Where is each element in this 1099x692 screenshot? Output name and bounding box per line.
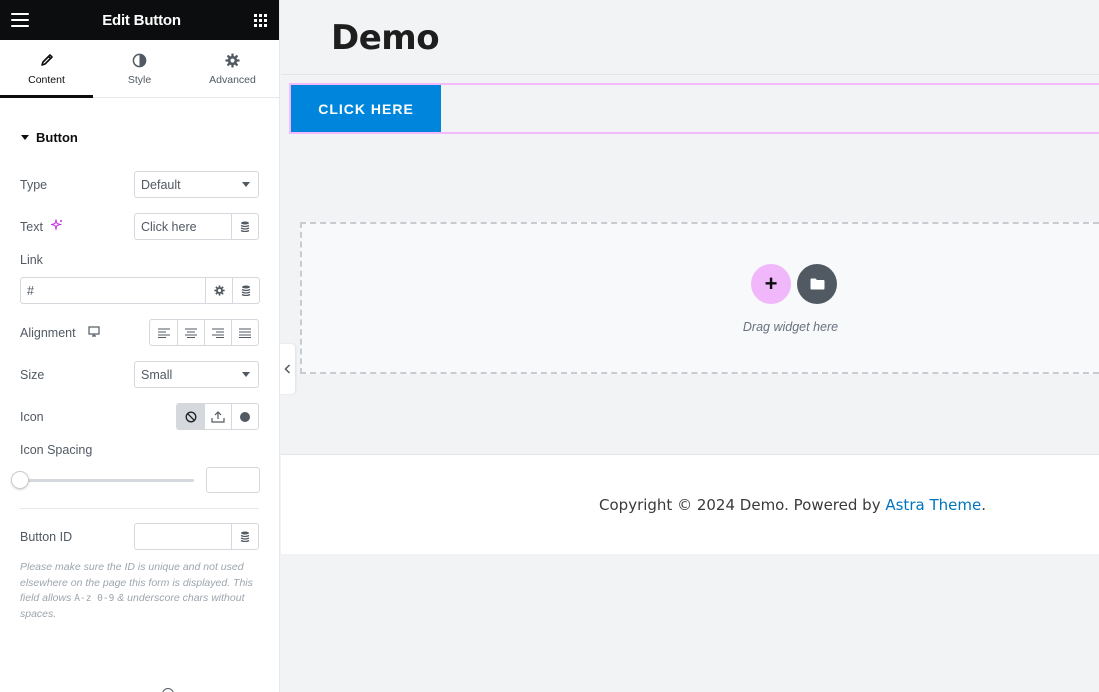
link-input[interactable]: #	[21, 278, 205, 303]
drop-zone-actions: +	[751, 264, 837, 304]
tab-content-label: Content	[28, 74, 65, 86]
page-title: Demo	[331, 18, 440, 58]
section-button-toggle[interactable]: Button	[21, 130, 279, 145]
add-section-plus-icon[interactable]: +	[751, 264, 791, 304]
align-right-icon[interactable]	[204, 320, 231, 345]
size-select[interactable]: Small	[134, 361, 259, 388]
text-label: Text	[20, 219, 43, 234]
tab-style[interactable]: Style	[93, 40, 186, 97]
link-dynamic-tags-database-icon[interactable]	[232, 278, 259, 303]
button-widget-container[interactable]: CLICK HERE	[289, 83, 1099, 134]
icon-spacing-slider-track[interactable]	[20, 479, 194, 482]
half-circle-icon	[132, 51, 147, 69]
button-id-input[interactable]	[135, 524, 231, 549]
button-id-input-group	[134, 523, 259, 550]
ai-sparkle-icon[interactable]	[49, 218, 63, 234]
footer-copyright-text: Copyright © 2024 Demo. Powered by	[599, 496, 881, 514]
button-id-dynamic-tags-database-icon[interactable]	[231, 524, 258, 549]
type-label: Type	[20, 177, 48, 192]
section-title: Button	[36, 130, 78, 145]
panel-header: Edit Button	[0, 0, 279, 40]
size-label: Size	[20, 367, 45, 382]
upload-icon[interactable]	[204, 404, 231, 429]
template-library-folder-icon[interactable]	[797, 264, 837, 304]
no-icon-ban-icon[interactable]	[177, 404, 204, 429]
panel-tabs: Content Style Advanced	[0, 40, 279, 98]
button-id-help-text: Please make sure the ID is unique and no…	[20, 560, 260, 622]
alignment-control: Alignment	[20, 319, 259, 346]
hamburger-menu-icon[interactable]	[11, 13, 29, 27]
icon-control: Icon	[20, 403, 259, 430]
size-control: Size Small	[20, 361, 259, 388]
preview-canvas: Demo CLICK HERE + Drag widget here Copyr…	[281, 0, 1099, 692]
link-label: Link	[20, 253, 43, 267]
icon-library-circle-icon[interactable]	[231, 404, 258, 429]
header-divider	[281, 74, 1099, 75]
gear-icon	[225, 51, 240, 69]
icon-label: Icon	[20, 409, 44, 424]
type-select[interactable]: Default	[134, 171, 259, 198]
help-circle-icon[interactable]	[162, 688, 174, 692]
alignment-button-group	[149, 319, 259, 346]
text-control: Text Click here	[20, 213, 259, 240]
button-id-control: Button ID	[20, 523, 259, 550]
footer-copyright: Copyright © 2024 Demo. Powered by Astra …	[281, 496, 1099, 514]
tab-advanced[interactable]: Advanced	[186, 40, 279, 97]
align-center-icon[interactable]	[177, 320, 204, 345]
link-control: Link	[20, 253, 259, 267]
footer-period: .	[981, 496, 986, 514]
chevron-left-icon	[284, 364, 291, 374]
help-text-code: A-z 0-9	[74, 593, 115, 604]
dropdown-arrow-icon	[242, 372, 250, 377]
tab-advanced-label: Advanced	[209, 74, 256, 86]
align-justify-icon[interactable]	[231, 320, 258, 345]
astra-theme-link[interactable]: Astra Theme	[885, 496, 981, 514]
click-here-button[interactable]: CLICK HERE	[291, 85, 441, 132]
panel-title: Edit Button	[102, 11, 181, 29]
type-control: Type Default	[20, 171, 259, 198]
text-input[interactable]: Click here	[135, 214, 231, 239]
drag-widget-hint: Drag widget here	[742, 320, 839, 334]
type-select-value: Default	[141, 177, 181, 192]
site-footer: Copyright © 2024 Demo. Powered by Astra …	[281, 454, 1099, 554]
icon-spacing-label: Icon Spacing	[20, 443, 93, 457]
link-options-gear-icon[interactable]	[205, 278, 232, 303]
caret-down-icon	[21, 135, 29, 140]
widget-drop-zone[interactable]: + Drag widget here	[300, 222, 1099, 374]
dropdown-arrow-icon	[242, 182, 250, 187]
pencil-icon	[40, 51, 54, 69]
dynamic-tags-database-icon[interactable]	[231, 214, 258, 239]
icon-choice-group	[176, 403, 259, 430]
size-select-value: Small	[141, 367, 173, 382]
tab-style-label: Style	[127, 74, 152, 86]
divider	[20, 508, 259, 509]
icon-spacing-control: Icon Spacing	[20, 443, 259, 457]
editor-panel: Edit Button Content Style Advanced Butto…	[0, 0, 280, 692]
collapse-panel-button[interactable]	[280, 344, 295, 394]
alignment-label: Alignment	[20, 325, 76, 340]
button-id-label: Button ID	[20, 529, 73, 544]
icon-spacing-number-input[interactable]	[206, 467, 260, 493]
widgets-grid-icon[interactable]	[253, 13, 267, 27]
tab-content[interactable]: Content	[0, 40, 93, 98]
align-left-icon[interactable]	[150, 320, 177, 345]
desktop-monitor-icon[interactable]	[87, 325, 100, 340]
text-input-group: Click here	[134, 213, 259, 240]
link-input-group: #	[20, 277, 260, 304]
icon-spacing-slider-handle[interactable]	[11, 471, 29, 489]
